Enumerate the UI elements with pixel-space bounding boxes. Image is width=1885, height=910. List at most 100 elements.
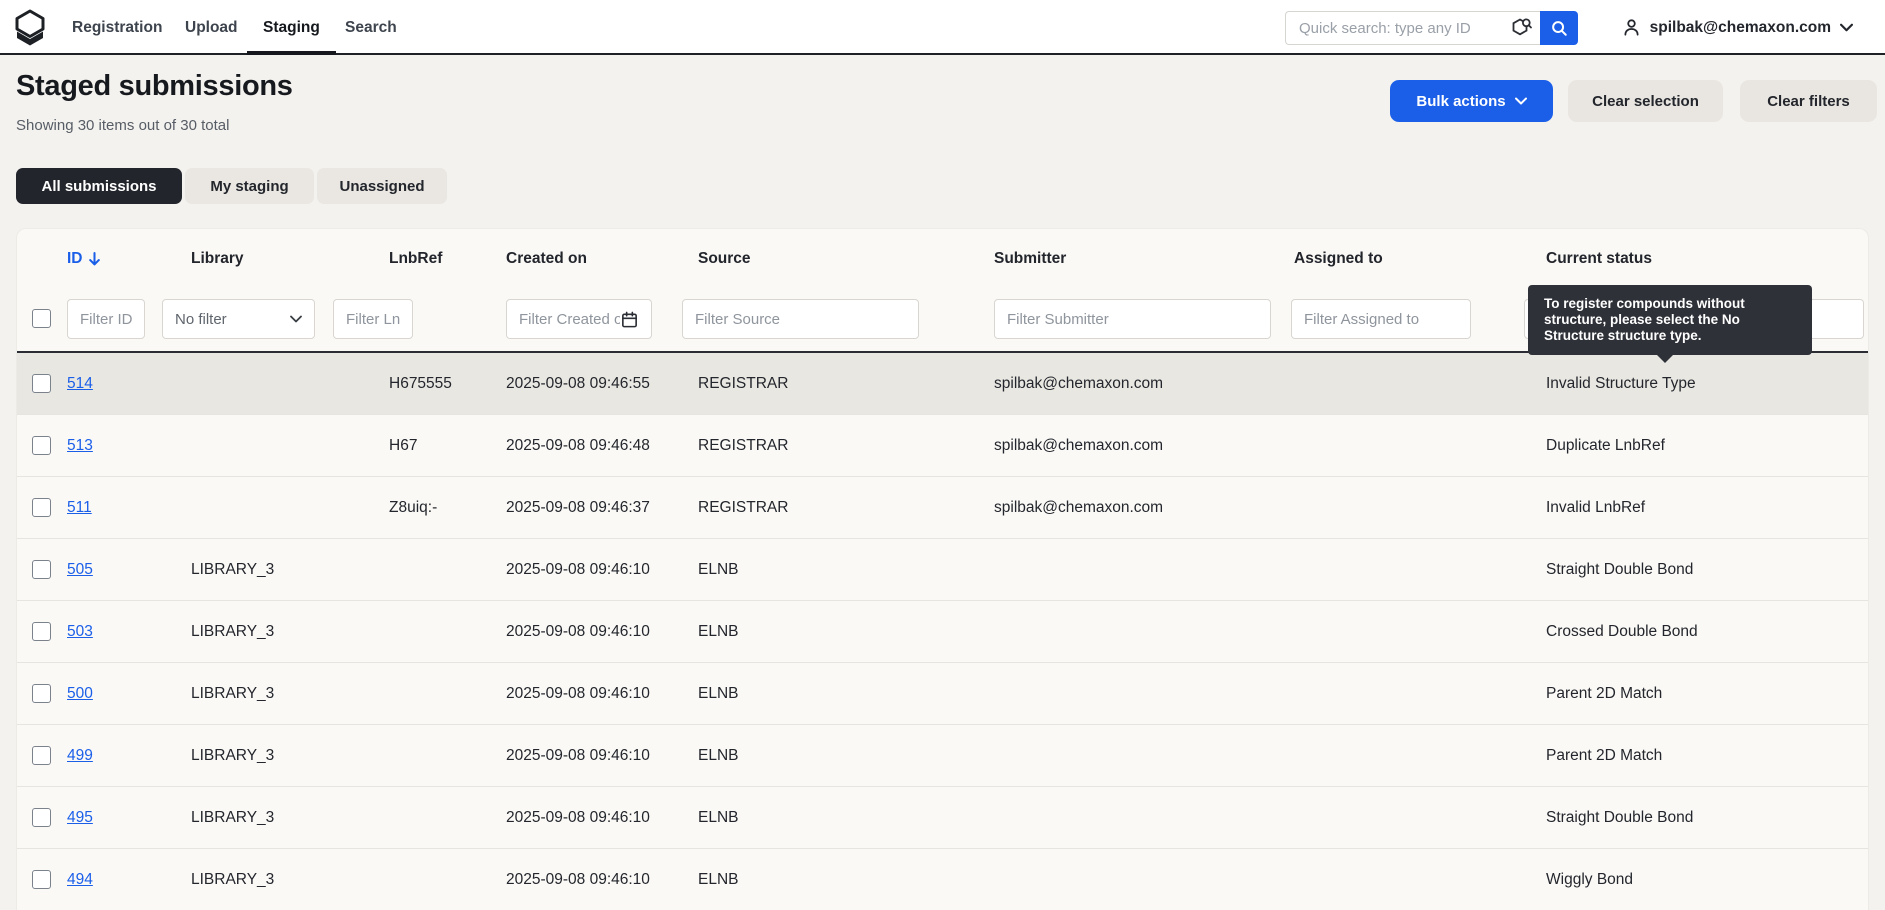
row-checkbox[interactable]	[32, 808, 51, 827]
tab-my-staging[interactable]: My staging	[185, 168, 314, 204]
filter-library-value: No filter	[175, 311, 227, 328]
column-header-submitter[interactable]: Submitter	[994, 250, 1066, 268]
tab-unassigned[interactable]: Unassigned	[317, 168, 447, 204]
chemaxon-logo-icon[interactable]	[10, 8, 50, 48]
filter-created-on-placeholder: Filter Created on	[519, 311, 620, 328]
row-id-link[interactable]: 494	[67, 849, 93, 910]
sort-desc-arrow-icon	[88, 252, 101, 266]
filter-assigned-to-input[interactable]	[1291, 299, 1471, 339]
filter-id-input[interactable]	[67, 299, 145, 339]
row-source: ELNB	[698, 725, 739, 786]
row-id-link[interactable]: 499	[67, 725, 93, 786]
row-source: ELNB	[698, 663, 739, 724]
bulk-actions-button[interactable]: Bulk actions	[1390, 80, 1553, 122]
status-tooltip-text: To register compounds without structure,…	[1544, 296, 1745, 343]
clear-filters-button[interactable]: Clear filters	[1740, 80, 1877, 122]
nav-item-upload[interactable]: Upload	[185, 0, 238, 55]
row-id-link[interactable]: 505	[67, 539, 93, 600]
row-created-on: 2025-09-08 09:46:48	[506, 415, 650, 476]
column-header-created-on[interactable]: Created on	[506, 250, 587, 268]
table-row: 495LIBRARY_32025-09-08 09:46:10ELNBStrai…	[17, 787, 1868, 849]
column-header-lnbref[interactable]: LnbRef	[389, 250, 442, 268]
table-row: 514H6755552025-09-08 09:46:55REGISTRARsp…	[17, 353, 1868, 415]
quick-search-input[interactable]	[1285, 11, 1540, 45]
column-header-id[interactable]: ID	[67, 250, 101, 268]
row-status: Straight Double Bond	[1546, 787, 1693, 848]
row-lnbref: H67	[389, 415, 417, 476]
user-menu[interactable]: spilbak@chemaxon.com	[1622, 0, 1853, 55]
items-count-text: Showing 30 items out of 30 total	[16, 117, 229, 134]
row-id-link[interactable]: 514	[67, 353, 93, 414]
row-checkbox[interactable]	[32, 560, 51, 579]
nav-item-registration[interactable]: Registration	[72, 0, 162, 55]
quick-search	[1285, 11, 1578, 45]
row-source: ELNB	[698, 601, 739, 662]
nav-item-staging[interactable]: Staging	[263, 0, 320, 55]
row-id-link[interactable]: 495	[67, 787, 93, 848]
structure-search-icon[interactable]	[1509, 16, 1533, 40]
row-status: Crossed Double Bond	[1546, 601, 1698, 662]
row-status: Duplicate LnbRef	[1546, 415, 1665, 476]
row-checkbox[interactable]	[32, 498, 51, 517]
row-id-link[interactable]: 511	[67, 477, 92, 538]
row-library: LIBRARY_3	[191, 539, 274, 600]
status-tooltip: To register compounds without structure,…	[1528, 285, 1812, 355]
row-checkbox[interactable]	[32, 622, 51, 641]
row-source: ELNB	[698, 849, 739, 910]
row-source: REGISTRAR	[698, 477, 788, 538]
person-icon	[1622, 18, 1641, 37]
top-navbar: Registration Upload Staging Search spilb…	[0, 0, 1885, 55]
calendar-icon[interactable]	[620, 310, 639, 329]
row-id-link[interactable]: 503	[67, 601, 93, 662]
table-row: 505LIBRARY_32025-09-08 09:46:10ELNBStrai…	[17, 539, 1868, 601]
row-created-on: 2025-09-08 09:46:10	[506, 539, 650, 600]
row-status: Wiggly Bond	[1546, 849, 1633, 910]
table-row: 511 Z8uiq:- 2025-09-08 09:46:37 REGISTRAR sp…	[17, 477, 1868, 539]
row-checkbox[interactable]	[32, 870, 51, 889]
filter-source-input[interactable]	[682, 299, 919, 339]
row-created-on: 2025-09-08 09:46:10	[506, 849, 650, 910]
table-body: 514H6755552025-09-08 09:46:55REGISTRARsp…	[17, 351, 1868, 910]
select-all-checkbox[interactable]	[32, 309, 51, 328]
search-button[interactable]	[1540, 11, 1578, 45]
filter-library-select[interactable]: No filter	[162, 299, 315, 339]
column-header-library[interactable]: Library	[191, 250, 244, 268]
row-id-link[interactable]: 500	[67, 663, 93, 724]
row-checkbox[interactable]	[32, 684, 51, 703]
row-status: Parent 2D Match	[1546, 663, 1662, 724]
row-library: LIBRARY_3	[191, 725, 274, 786]
row-lnbref: H675555	[389, 353, 452, 414]
row-lnbref: Z8uiq:-	[389, 477, 437, 538]
chevron-down-icon	[1840, 23, 1853, 32]
search-icon	[1550, 19, 1568, 37]
row-library: LIBRARY_3	[191, 849, 274, 910]
user-email: spilbak@chemaxon.com	[1650, 19, 1831, 37]
row-checkbox[interactable]	[32, 374, 51, 393]
column-header-assigned-to[interactable]: Assigned to	[1294, 250, 1383, 268]
nav-item-search[interactable]: Search	[345, 0, 397, 55]
table-row: 494 LIBRARY_3 2025-09-08 09:46:10 ELNB Wiggl…	[17, 849, 1868, 910]
row-created-on: 2025-09-08 09:46:10	[506, 725, 650, 786]
row-checkbox[interactable]	[32, 746, 51, 765]
column-header-source[interactable]: Source	[698, 250, 751, 268]
chevron-down-icon	[290, 315, 302, 323]
filter-lnbref-input[interactable]	[333, 299, 413, 339]
row-status: Invalid LnbRef	[1546, 477, 1645, 538]
row-created-on: 2025-09-08 09:46:10	[506, 601, 650, 662]
tab-all-submissions[interactable]: All submissions	[16, 168, 182, 204]
row-created-on: 2025-09-08 09:46:10	[506, 663, 650, 724]
filter-submitter-input[interactable]	[994, 299, 1271, 339]
row-id-link[interactable]: 513	[67, 415, 93, 476]
column-header-id-label: ID	[67, 250, 83, 268]
row-submitter: spilbak@chemaxon.com	[994, 477, 1163, 538]
clear-selection-button[interactable]: Clear selection	[1568, 80, 1723, 122]
row-library: LIBRARY_3	[191, 601, 274, 662]
table-row: 499LIBRARY_32025-09-08 09:46:10ELNBParen…	[17, 725, 1868, 787]
row-created-on: 2025-09-08 09:46:37	[506, 477, 650, 538]
filter-created-on-input[interactable]: Filter Created on	[506, 299, 652, 339]
row-checkbox[interactable]	[32, 436, 51, 455]
page-title: Staged submissions	[16, 70, 293, 103]
row-source: REGISTRAR	[698, 415, 788, 476]
table-row: 513H672025-09-08 09:46:48REGISTRARspilba…	[17, 415, 1868, 477]
column-header-current-status[interactable]: Current status	[1546, 250, 1652, 268]
